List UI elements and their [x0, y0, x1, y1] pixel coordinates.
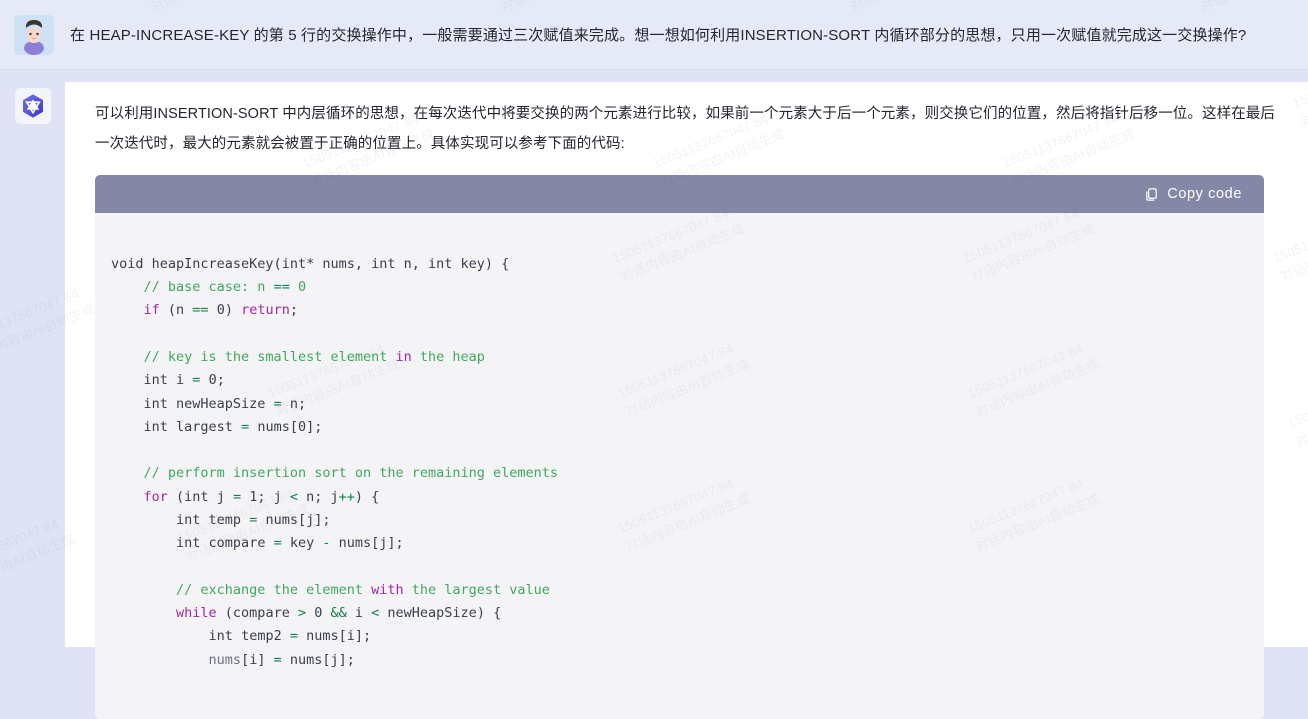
- code-line: if (n == 0) return;: [143, 302, 298, 319]
- assistant-logo: [14, 88, 51, 124]
- user-avatar: [14, 14, 54, 55]
- copy-code-label: Copy code: [1167, 186, 1242, 203]
- code-line: nums[i] = nums[j];: [208, 651, 355, 668]
- assistant-answer-card: 可以利用INSERTION-SORT 中内层循环的思想，在每次迭代中将要交换的两…: [65, 82, 1308, 719]
- code-line: while (compare > 0 && i < newHeapSize) {: [176, 605, 502, 622]
- assistant-answer-paragraph: 可以利用INSERTION-SORT 中内层循环的思想，在每次迭代中将要交换的两…: [95, 106, 1275, 152]
- code-line: for (int j = 1; j < n; j++) {: [143, 488, 380, 505]
- user-message-row: 在 HEAP-INCREASE-KEY 的第 5 行的交换操作中，一般需要通过三…: [0, 0, 1308, 70]
- code-line: int i = 0;: [143, 372, 225, 389]
- code-block: Copy code void heapIncreaseKey(int* nums…: [95, 175, 1264, 719]
- code-line: // exchange the element with the largest…: [176, 581, 550, 598]
- code-line: // key is the smallest element in the he…: [143, 348, 485, 365]
- copy-icon: [1144, 187, 1159, 202]
- code-line: void heapIncreaseKey(int* nums, int n, i…: [111, 255, 510, 272]
- copy-code-button[interactable]: Copy code: [1144, 186, 1242, 202]
- code-block-header: Copy code: [95, 175, 1264, 214]
- assistant-message-row: 可以利用INSERTION-SORT 中内层循环的思想，在每次迭代中将要交换的两…: [0, 70, 1308, 719]
- code-line: int temp2 = nums[i];: [208, 628, 372, 645]
- code-line: int temp = nums[j];: [176, 512, 331, 528]
- code-line: int compare = key - nums[j];: [176, 535, 404, 552]
- user-message-text: 在 HEAP-INCREASE-KEY 的第 5 行的交换操作中，一般需要通过三…: [70, 27, 1247, 44]
- code-line: // base case: n == 0: [143, 279, 307, 296]
- code-block-body[interactable]: void heapIncreaseKey(int* nums, int n, i…: [95, 213, 1264, 719]
- code-line: int newHeapSize = n;: [143, 395, 307, 412]
- code-line: int largest = nums[0];: [143, 418, 323, 435]
- code-line: // perform insertion sort on the remaini…: [143, 465, 559, 482]
- assistant-avatar-container: [0, 82, 65, 124]
